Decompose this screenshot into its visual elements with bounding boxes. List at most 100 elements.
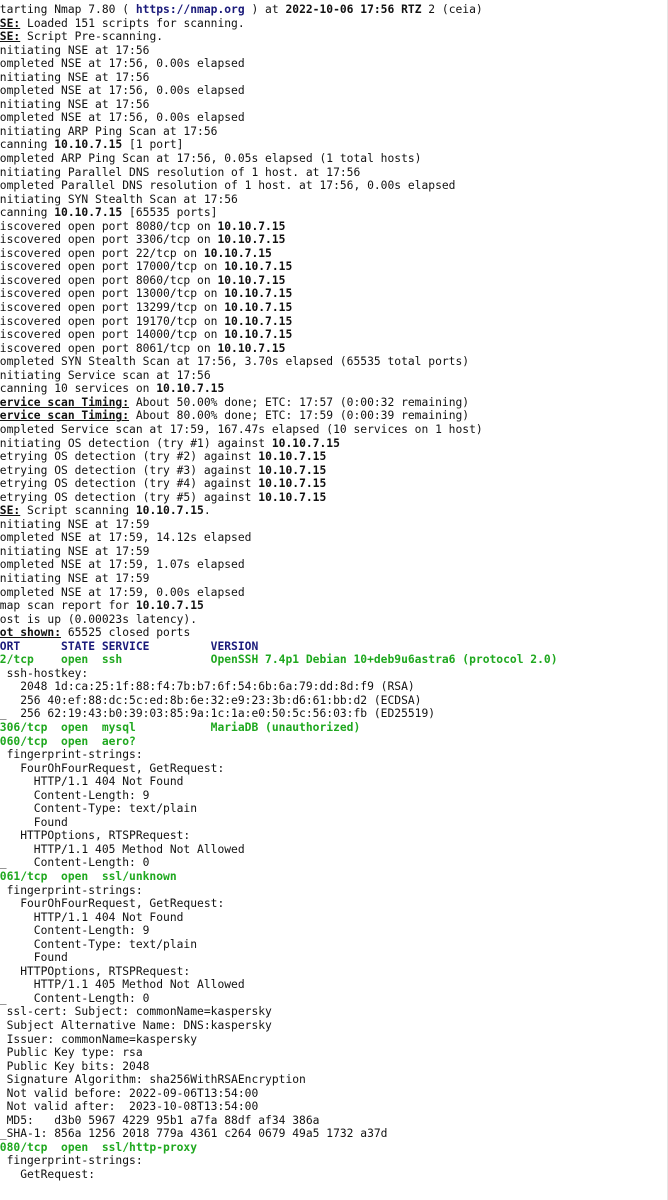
- terminal-text-segment: Retrying OS detection (try #5) against: [0, 490, 259, 504]
- terminal-line: | Not valid before: 2022-09-06T13:54:00: [0, 1087, 668, 1101]
- terminal-text-segment: .: [203, 504, 211, 518]
- terminal-text-segment: Service scan Timing:: [0, 409, 130, 423]
- terminal-line: | MD5: d3b0 5967 4229 95b1 a7fa 88df af3…: [0, 1114, 668, 1128]
- terminal-line: Completed NSE at 17:56, 0.00s elapsed: [0, 57, 668, 71]
- terminal-text-segment: | Public Key type: rsa: [0, 1046, 143, 1060]
- terminal-line: Retrying OS detection (try #4) against 1…: [0, 477, 668, 491]
- terminal-text-segment: | ssl-cert: Subject: commonName=kaspersk…: [0, 1005, 272, 1019]
- terminal-line: | HTTP/1.1 405 Method Not Allowed: [0, 843, 668, 857]
- terminal-output: Starting Nmap 7.80 ( https://nmap.org ) …: [0, 3, 668, 1182]
- terminal-text-segment: Completed SYN Stealth Scan at 17:56, 3.7…: [0, 355, 470, 369]
- terminal-text-segment: Initiating NSE at 17:56: [0, 43, 150, 57]
- terminal-line: | ssl-cert: Subject: commonName=kaspersk…: [0, 1005, 668, 1019]
- terminal-line: | Content-Type: text/plain: [0, 938, 668, 952]
- terminal-line: | fingerprint-strings:: [0, 748, 668, 762]
- terminal-text-segment: Initiating NSE at 17:56: [0, 97, 150, 111]
- terminal-text-segment: Scanning 10 services on: [0, 382, 157, 396]
- terminal-line: | fingerprint-strings:: [0, 1154, 668, 1168]
- terminal-text-segment: About 80.00% done; ETC: 17:59 (0:00:39 r…: [129, 409, 470, 423]
- terminal-text-segment: https://nmap.org: [135, 3, 245, 16]
- terminal-text-segment: |_SHA-1: 856a 1256 2018 779a 4361 c264 0…: [0, 1127, 388, 1141]
- terminal-text-segment: Retrying OS detection (try #3) against: [0, 463, 259, 477]
- terminal-line: 22/tcp open ssh OpenSSH 7.4p1 Debian 10+…: [0, 653, 668, 667]
- terminal-text-segment: | HTTPOptions, RTSPRequest:: [0, 829, 198, 843]
- terminal-text-segment: |_ 256 62:19:43:b0:39:03:85:9a:1c:1a:e0:…: [0, 707, 436, 721]
- terminal-text-segment: [1 port]: [122, 138, 184, 152]
- terminal-text-segment: | Subject Alternative Name: DNS:kaspersk…: [0, 1019, 272, 1033]
- terminal-text-segment: | Found: [0, 815, 68, 829]
- terminal-text-segment: 3306/tcp open mysql MariaDB (unauthorize…: [0, 720, 361, 734]
- terminal-line: | FourOhFourRequest, GetRequest:: [0, 762, 668, 776]
- terminal-line: Initiating NSE at 17:59: [0, 572, 668, 586]
- terminal-text-segment: |_ Content-Length: 0: [0, 991, 150, 1005]
- terminal-line: | FourOhFourRequest, GetRequest:: [0, 897, 668, 911]
- terminal-text-segment: 10.10.7.15: [224, 287, 293, 301]
- terminal-text-segment: Service scan Timing:: [0, 395, 130, 409]
- terminal-line: | HTTP/1.1 404 Not Found: [0, 775, 668, 789]
- terminal-line: Discovered open port 19170/tcp on 10.10.…: [0, 315, 668, 329]
- terminal-line: Not shown: 65525 closed ports: [0, 626, 668, 640]
- terminal-text-segment: Retrying OS detection (try #2) against: [0, 450, 259, 464]
- terminal-text-segment: 8060/tcp open aero?: [0, 734, 136, 748]
- terminal-line: Initiating NSE at 17:59: [0, 545, 668, 559]
- terminal-line: | Found: [0, 816, 668, 830]
- terminal-text-segment: NSE:: [0, 16, 21, 30]
- terminal-text-segment: | 2048 1d:ca:25:1f:88:f4:7b:b7:6f:54:6b:…: [0, 680, 415, 694]
- terminal-text-segment: 10.10.7.15: [258, 477, 327, 491]
- terminal-line: Completed NSE at 17:56, 0.00s elapsed: [0, 111, 668, 125]
- terminal-text-segment: Not shown:: [0, 626, 62, 640]
- terminal-text-segment: Completed NSE at 17:56, 0.00s elapsed: [0, 57, 245, 71]
- terminal-text-segment: Discovered open port 14000/tcp on: [0, 328, 225, 342]
- terminal-text-segment: | Content-Type: text/plain: [0, 802, 198, 816]
- terminal-text-segment: Script scanning: [20, 504, 136, 518]
- terminal-text-segment: Discovered open port 8060/tcp on: [0, 273, 218, 287]
- terminal-line: | Content-Length: 9: [0, 789, 668, 803]
- terminal-text-segment: 10.10.7.15: [271, 436, 340, 450]
- terminal-line: |_ Content-Length: 0: [0, 992, 668, 1006]
- terminal-line: Discovered open port 8080/tcp on 10.10.7…: [0, 220, 668, 234]
- terminal-text-segment: | FourOhFourRequest, GetRequest:: [0, 761, 232, 775]
- terminal-text-segment: Completed Service scan at 17:59, 167.47s…: [0, 422, 483, 436]
- terminal-text-segment: Retrying OS detection (try #4) against: [0, 477, 259, 491]
- terminal-text-segment: 2022-10-06 17:56 RTZ: [285, 3, 422, 16]
- terminal-text-segment: |_ Content-Length: 0: [0, 856, 150, 870]
- terminal-text-segment: Script Pre-scanning.: [20, 30, 164, 44]
- terminal-text-segment: | HTTP/1.1 405 Method Not Allowed: [0, 978, 245, 992]
- terminal-line: | Found: [0, 951, 668, 965]
- terminal-line: NSE: Script scanning 10.10.7.15.: [0, 504, 668, 518]
- terminal-line: | HTTPOptions, RTSPRequest:: [0, 829, 668, 843]
- terminal-line: | HTTP/1.1 405 Method Not Allowed: [0, 978, 668, 992]
- terminal-text-segment: [65535 ports]: [122, 206, 218, 220]
- terminal-text-segment: Initiating SYN Stealth Scan at 17:56: [0, 192, 238, 206]
- terminal-text-segment: Loaded 151 scripts for scanning.: [20, 16, 245, 30]
- terminal-text-segment: Completed NSE at 17:56, 0.00s elapsed: [0, 111, 245, 125]
- terminal-text-segment: Completed NSE at 17:59, 14.12s elapsed: [0, 531, 252, 545]
- terminal-text-segment: 10.10.7.15: [217, 341, 286, 355]
- terminal-line: Service scan Timing: About 80.00% done; …: [0, 409, 668, 423]
- terminal-text-segment: 10.10.7.15: [224, 301, 293, 315]
- terminal-line: | fingerprint-strings:: [0, 884, 668, 898]
- terminal-line: Completed NSE at 17:59, 14.12s elapsed: [0, 531, 668, 545]
- terminal-text-segment: 10.10.7.15: [135, 599, 204, 613]
- terminal-line: Discovered open port 14000/tcp on 10.10.…: [0, 328, 668, 342]
- terminal-line: Retrying OS detection (try #3) against 1…: [0, 464, 668, 478]
- terminal-text-segment: Initiating NSE at 17:59: [0, 517, 150, 531]
- terminal-line: | HTTP/1.1 404 Not Found: [0, 911, 668, 925]
- terminal-line: Retrying OS detection (try #5) against 1…: [0, 491, 668, 505]
- terminal-text-segment: | fingerprint-strings:: [0, 748, 150, 762]
- terminal-line: | ssh-hostkey:: [0, 667, 668, 681]
- terminal-text-segment: Discovered open port 19170/tcp on: [0, 314, 225, 328]
- terminal-text-segment: Completed NSE at 17:56, 0.00s elapsed: [0, 84, 245, 98]
- terminal-text-segment: NSE:: [0, 504, 21, 518]
- terminal-text-segment: Initiating Service scan at 17:56: [0, 368, 211, 382]
- terminal-line: | HTTPOptions, RTSPRequest:: [0, 965, 668, 979]
- terminal-line: Initiating NSE at 17:59: [0, 518, 668, 532]
- terminal-line: Nmap scan report for 10.10.7.15: [0, 599, 668, 613]
- terminal-line: PORT STATE SERVICE VERSION: [0, 640, 668, 654]
- terminal-text-segment: 10.10.7.15: [258, 463, 327, 477]
- terminal-line: Initiating Parallel DNS resolution of 1 …: [0, 166, 668, 180]
- terminal-line: 8061/tcp open ssl/unknown: [0, 870, 668, 884]
- terminal-text-segment: | Not valid before: 2022-09-06T13:54:00: [0, 1086, 259, 1100]
- terminal-line: Initiating Service scan at 17:56: [0, 369, 668, 383]
- terminal-text-segment: 10.10.7.15: [135, 504, 204, 518]
